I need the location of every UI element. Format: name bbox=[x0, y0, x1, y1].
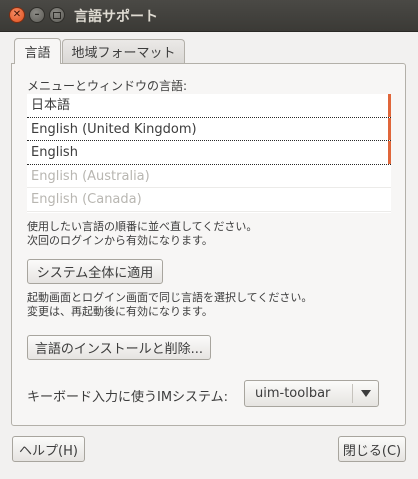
tab-language[interactable]: 言語 bbox=[14, 38, 61, 64]
install-remove-languages-button[interactable]: 言語のインストールと削除... bbox=[27, 335, 211, 360]
list-item[interactable]: English bbox=[27, 141, 391, 165]
apply-note-line2: 変更は、再起動後に有効になります。 bbox=[27, 305, 213, 318]
minimize-icon: – bbox=[34, 9, 40, 20]
list-item[interactable]: English (Australia) bbox=[27, 165, 391, 189]
apply-note-line1: 起動画面とログイン画面で同じ言語を選択してください。 bbox=[27, 291, 313, 304]
close-icon: ✕ bbox=[12, 9, 22, 20]
language-list[interactable]: 日本語 English (United Kingdom) English Eng… bbox=[27, 94, 391, 213]
im-system-value: uim-toolbar bbox=[255, 386, 331, 401]
help-button[interactable]: ヘルプ(H) bbox=[12, 436, 85, 462]
reorder-hint-line1: 使用したい言語の順番に並べ直してください。 bbox=[27, 220, 258, 233]
list-item[interactable]: English (United Kingdom) bbox=[27, 117, 391, 142]
apply-system-wide-button[interactable]: システム全体に適用 bbox=[27, 259, 163, 284]
language-list-heading: メニューとウィンドウの言語: bbox=[27, 79, 188, 93]
window-maximize-button[interactable] bbox=[49, 7, 65, 23]
tab-regional-formats[interactable]: 地域フォーマット bbox=[62, 39, 185, 63]
window-minimize-button[interactable]: – bbox=[29, 7, 45, 23]
close-button[interactable]: 閉じる(C) bbox=[338, 436, 406, 462]
list-item[interactable]: English (Canada) bbox=[27, 188, 391, 212]
list-item[interactable]: 日本語 bbox=[27, 94, 391, 118]
chevron-down-icon[interactable] bbox=[353, 390, 378, 397]
reorder-hint-line2: 次回のログインから有効になります。 bbox=[27, 234, 213, 247]
title-bar: ✕ – 言語サポート bbox=[0, 0, 418, 32]
window-title: 言語サポート bbox=[74, 9, 158, 25]
keyboard-im-label: キーボード入力に使うIMシステム: bbox=[27, 390, 229, 405]
window-close-button[interactable]: ✕ bbox=[9, 7, 25, 23]
maximize-icon bbox=[53, 11, 61, 19]
im-system-select[interactable]: uim-toolbar bbox=[244, 380, 379, 407]
